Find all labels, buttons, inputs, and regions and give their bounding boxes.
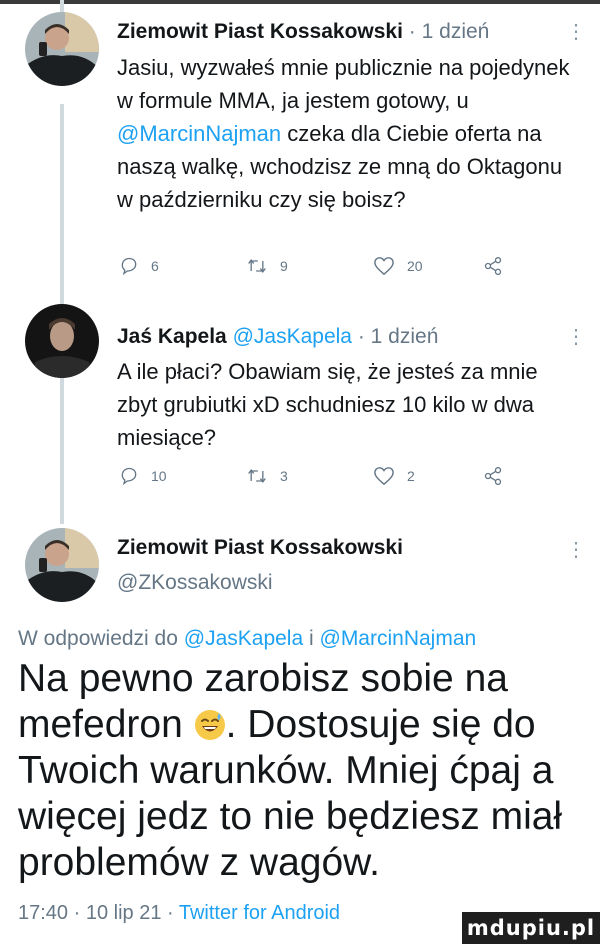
reply-button[interactable]: 10 (119, 466, 167, 486)
thread-line (60, 104, 64, 308)
tweet-actions: 10 3 2 (117, 466, 517, 494)
separator-dot: · (357, 325, 365, 348)
client-link[interactable]: Twitter for Android (179, 902, 340, 924)
tweet-footer: 17:40 · 10 lip 21 · Twitter for Android (18, 902, 340, 925)
tweet-time[interactable]: 1 dzień (422, 20, 490, 43)
tweet-text-part: Jasiu, wyzwałeś mnie publicznie na pojed… (117, 55, 570, 113)
separator-dot: · (408, 20, 416, 43)
more-vertical-icon[interactable]: ⋮ (566, 540, 586, 560)
reply-conjunction: i (303, 627, 320, 650)
tweet-text: A ile płaci? Obawiam się, że jesteś za m… (117, 359, 538, 450)
retweet-button[interactable]: 3 (246, 466, 288, 486)
watermark-logo: mdupiu.pl (462, 912, 600, 944)
like-count: 20 (407, 258, 423, 274)
mention-link[interactable]: @MarcinNajman (320, 627, 477, 650)
heart-icon (373, 256, 395, 276)
more-vertical-icon[interactable]: ⋮ (566, 327, 586, 347)
like-button[interactable]: 2 (373, 466, 415, 486)
main-tweet-text: Na pewno zarobisz sobie na mefedron . Do… (18, 656, 578, 886)
tweet-header: Ziemowit Piast Kossakowski · 1 dzień (117, 20, 489, 44)
like-button[interactable]: 20 (373, 256, 423, 276)
share-icon (483, 466, 503, 486)
reply-prefix: W odpowiedzi do (18, 627, 184, 650)
author-name[interactable]: Jaś Kapela (117, 325, 227, 348)
avatar[interactable] (25, 528, 99, 602)
reply-icon (119, 466, 139, 486)
mention-link[interactable]: @MarcinNajman (117, 121, 281, 146)
retweet-count: 3 (280, 468, 288, 484)
retweet-icon (246, 466, 268, 486)
share-icon (483, 256, 503, 276)
author-name[interactable]: Ziemowit Piast Kossakowski (117, 536, 403, 560)
reply-button[interactable]: 6 (119, 256, 159, 276)
author-handle[interactable]: @ZKossakowski (117, 571, 273, 595)
thread-line (60, 378, 64, 524)
reply-count: 6 (151, 258, 159, 274)
retweet-count: 9 (280, 258, 288, 274)
sweat-smile-emoji (194, 706, 226, 740)
tweet-actions: 6 9 20 (117, 256, 517, 284)
author-handle[interactable]: @JasKapela (233, 325, 352, 348)
more-vertical-icon[interactable]: ⋮ (566, 22, 586, 42)
thread-line (60, 0, 64, 12)
mention-link[interactable]: @JasKapela (184, 627, 303, 650)
retweet-icon (246, 256, 268, 276)
heart-icon (373, 466, 395, 486)
reply-count: 10 (151, 468, 167, 484)
top-divider (0, 0, 600, 4)
share-button[interactable] (483, 256, 503, 276)
avatar[interactable] (25, 12, 99, 86)
avatar[interactable] (25, 304, 99, 378)
reply-icon (119, 256, 139, 276)
tweet-timestamp[interactable]: 17:40 · 10 lip 21 · (18, 902, 179, 924)
like-count: 2 (407, 468, 415, 484)
tweet-time[interactable]: 1 dzień (371, 325, 439, 348)
tweet-header: Jaś Kapela @JasKapela · 1 dzień (117, 325, 438, 349)
retweet-button[interactable]: 9 (246, 256, 288, 276)
share-button[interactable] (483, 466, 503, 486)
reply-context: W odpowiedzi do @JasKapela i @MarcinNajm… (18, 627, 476, 651)
author-name[interactable]: Ziemowit Piast Kossakowski (117, 20, 403, 43)
tweet-text: Jasiu, wyzwałeś mnie publicznie na pojed… (117, 51, 582, 216)
